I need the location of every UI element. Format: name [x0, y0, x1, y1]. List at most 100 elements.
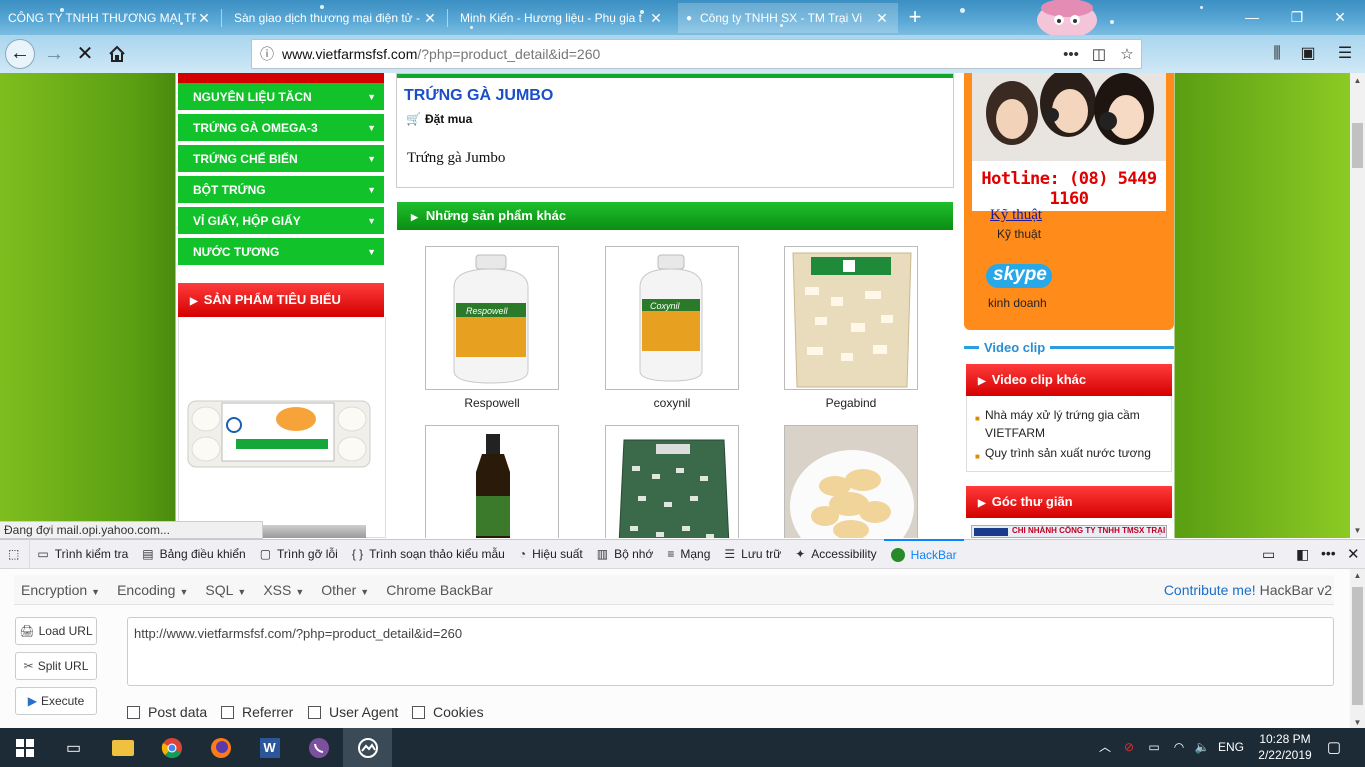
forward-button[interactable]: →	[38, 39, 70, 69]
product-name[interactable]: Pegabind	[784, 396, 918, 410]
browser-tab[interactable]: CÔNG TY TNHH THƯƠNG MẠI TR ✕	[0, 3, 220, 33]
task-view-icon[interactable]: ▭	[49, 728, 98, 767]
menu-sql[interactable]: SQL ▼	[205, 582, 246, 598]
tab-storage[interactable]: ☰ Lưu trữ	[717, 539, 788, 569]
page-actions-icon[interactable]: •••	[1057, 46, 1085, 63]
product-image[interactable]	[784, 246, 918, 390]
menu-item[interactable]: NƯỚC TƯƠNG ▼	[178, 238, 384, 267]
menu-item[interactable]: VỈ GIẤY, HỘP GIẤY ▼	[178, 207, 384, 236]
user-agent-checkbox[interactable]: User Agent	[308, 704, 398, 720]
firefox-icon[interactable]	[196, 728, 245, 767]
scroll-down-icon[interactable]: ▼	[1350, 523, 1365, 538]
tab-style-editor[interactable]: { } Trình soạn thảo kiểu mẫu	[345, 539, 512, 569]
scroll-thumb[interactable]	[1352, 587, 1363, 705]
load-url-button[interactable]: 🖨 Load URL	[15, 617, 97, 645]
product-name[interactable]: coxynil	[605, 396, 739, 410]
devtools-menu-icon[interactable]: •••	[1321, 545, 1336, 561]
scroll-up-icon[interactable]: ▲	[1350, 571, 1365, 580]
chrome-backbar-link[interactable]: Chrome BackBar	[386, 582, 493, 598]
pocket-icon[interactable]: ◫	[1085, 45, 1113, 63]
menu-xss[interactable]: XSS ▼	[263, 582, 304, 598]
close-tab-icon[interactable]: ✕	[422, 10, 438, 27]
post-data-checkbox[interactable]: Post data	[127, 704, 207, 720]
scroll-thumb[interactable]	[1352, 123, 1363, 168]
bookmark-star-icon[interactable]: ☆	[1113, 45, 1141, 63]
menu-other[interactable]: Other ▼	[321, 582, 369, 598]
wifi-icon[interactable]: ◠	[1168, 728, 1190, 767]
scroll-down-icon[interactable]: ▼	[1350, 718, 1365, 727]
contribute-link[interactable]: Contribute me!	[1164, 582, 1256, 598]
browser-tab[interactable]: Sàn giao dịch thương mại điện tử - ✕	[226, 3, 446, 33]
product-image[interactable]: Respowell	[425, 246, 559, 390]
language-indicator[interactable]: ENG	[1214, 728, 1248, 767]
back-button[interactable]: ←	[5, 39, 35, 69]
file-explorer-icon[interactable]	[98, 728, 147, 767]
minimize-window-icon[interactable]: —	[1232, 4, 1272, 30]
tab-debugger[interactable]: ▢ Trình gỡ lỗi	[253, 539, 345, 569]
browser-tab-active[interactable]: ● Công ty TNHH SX - TM Trại Vi ✕	[678, 3, 898, 33]
close-devtools-icon[interactable]: ✕	[1347, 545, 1360, 563]
relax-banner[interactable]: CHI NHÁNH CÔNG TY TNHH TMSX TRẠI VIỆT	[971, 525, 1167, 538]
new-tab-button[interactable]: +	[900, 3, 930, 33]
pick-element-icon[interactable]: ⬚	[0, 539, 31, 569]
battery-icon[interactable]: ▭	[1143, 728, 1165, 767]
product-image[interactable]	[605, 425, 739, 538]
close-tab-icon[interactable]: ✕	[874, 10, 890, 27]
restore-window-icon[interactable]: ❐	[1277, 4, 1317, 30]
windows-start-icon[interactable]	[0, 728, 49, 767]
volume-icon[interactable]: 🔈	[1191, 728, 1213, 767]
stop-loading-button[interactable]: ✕	[69, 39, 101, 69]
egg-tray-image[interactable]	[186, 391, 372, 475]
site-info-icon[interactable]: ⓘ	[252, 44, 282, 64]
tray-overflow-icon[interactable]: ︿	[1096, 728, 1114, 767]
menu-item[interactable]: NGUYÊN LIỆU TĂCN ▼	[178, 83, 384, 112]
tab-inspector[interactable]: ▭ Trình kiểm tra	[30, 539, 135, 569]
chrome-icon[interactable]	[147, 728, 196, 767]
tab-hackbar[interactable]: HackBar	[883, 539, 964, 569]
notifications-icon[interactable]: ▢	[1322, 728, 1346, 767]
word-icon[interactable]: W	[245, 728, 294, 767]
product-name[interactable]: Respowell	[425, 396, 559, 410]
product-image[interactable]	[784, 425, 918, 538]
tab-network[interactable]: ≡ Mạng	[660, 539, 717, 569]
sidebar-icon[interactable]: ▣	[1293, 39, 1323, 69]
close-window-icon[interactable]: ✕	[1320, 4, 1360, 30]
skype-icon[interactable]: skype	[985, 261, 1055, 291]
menu-encoding[interactable]: Encoding ▼	[117, 582, 188, 598]
video-link[interactable]: ■ Quy trình sản xuất nước tương	[975, 444, 1165, 462]
close-tab-icon[interactable]: ✕	[196, 10, 212, 27]
execute-button[interactable]: ▶ Execute	[15, 687, 97, 715]
close-tab-icon[interactable]: ✕	[648, 10, 664, 27]
tab-accessibility[interactable]: ✦ Accessibility	[788, 539, 883, 569]
devtools-scrollbar[interactable]: ▲ ▼	[1350, 569, 1365, 729]
home-icon[interactable]	[101, 39, 133, 69]
menu-icon[interactable]: ☰	[1330, 39, 1360, 69]
menu-item[interactable]: TRỨNG GÀ OMEGA-3 ▼	[178, 114, 384, 143]
cookies-checkbox[interactable]: Cookies	[412, 704, 484, 720]
referrer-checkbox[interactable]: Referrer	[221, 704, 293, 720]
product-image[interactable]: Coxynil	[605, 246, 739, 390]
menu-item[interactable]: TRỨNG CHẾ BIẾN ▼	[178, 145, 384, 174]
address-bar[interactable]: ⓘ www.vietfarmsfsf.com/?php=product_deta…	[251, 39, 1142, 69]
video-link[interactable]: ■ Nhà máy xử lý trứng gia cầm VIETFARM	[975, 406, 1165, 442]
sync-icon[interactable]: ⊘	[1118, 728, 1140, 767]
clock[interactable]: 10:28 PM 2/22/2019	[1250, 728, 1320, 767]
hackbar-url-textarea[interactable]: http://www.vietfarmsfsf.com/?php=product…	[127, 617, 1334, 686]
split-url-button[interactable]: ✂ Split URL	[15, 652, 97, 680]
order-button[interactable]: 🛒 Đặt mua	[406, 112, 472, 126]
dock-side-icon[interactable]: ◧	[1296, 546, 1309, 563]
viber-icon[interactable]	[294, 728, 343, 767]
browser-tab[interactable]: Minh Kiến - Hương liệu - Phụ gia t ✕	[452, 3, 672, 33]
tab-performance[interactable]: ◔ Hiệu suất	[512, 539, 590, 569]
tab-memory[interactable]: ▥ Bộ nhớ	[590, 539, 661, 569]
active-app-icon[interactable]	[343, 728, 392, 767]
scroll-up-icon[interactable]: ▲	[1350, 73, 1365, 88]
library-icon[interactable]: ⫼	[1262, 39, 1292, 69]
tab-console[interactable]: ▤ Bảng điều khiển	[135, 539, 252, 569]
responsive-mode-icon[interactable]: ▭	[1262, 546, 1275, 563]
tech-support-link[interactable]: Kỹ thuật	[990, 207, 1042, 224]
menu-item[interactable]: BỘT TRỨNG ▼	[178, 176, 384, 205]
product-image[interactable]	[425, 425, 559, 538]
menu-encryption[interactable]: Encryption ▼	[21, 582, 100, 598]
page-scrollbar[interactable]: ▲ ▼	[1350, 73, 1365, 538]
